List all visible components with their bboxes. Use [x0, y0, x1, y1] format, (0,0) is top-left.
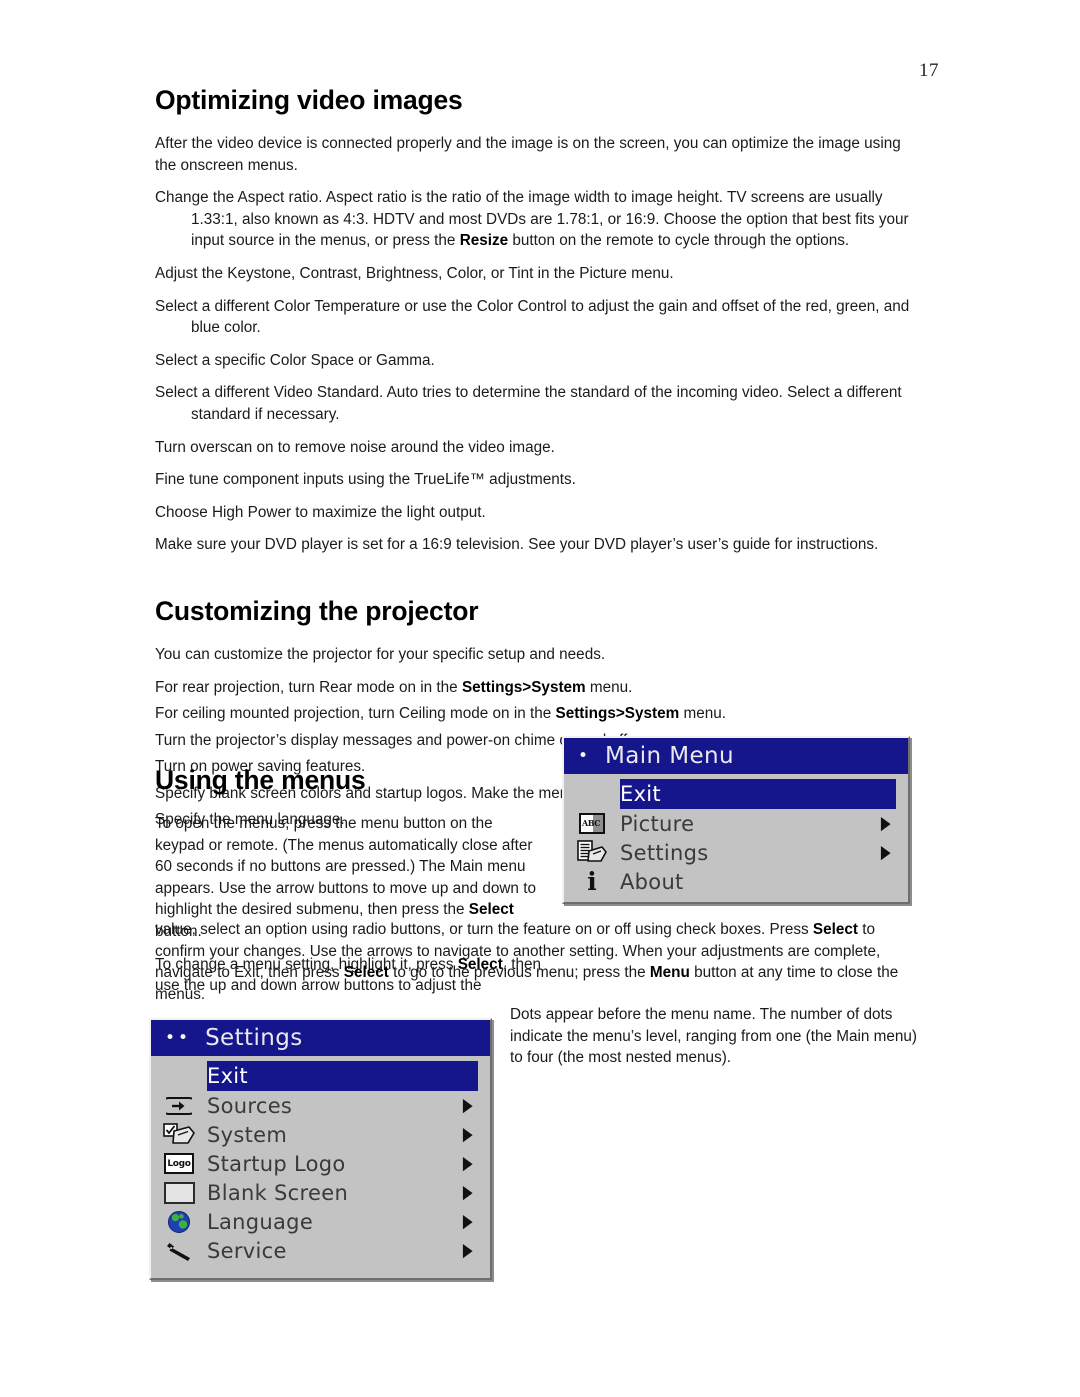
settings-menu-item-sources[interactable]: Sources ▶	[151, 1091, 490, 1120]
video-item-truelife: Fine tune component inputs using the Tru…	[155, 471, 576, 489]
customizing-item-rear: For rear projection, turn Rear mode on i…	[155, 678, 633, 696]
main-menu-item-picture-label: Picture	[620, 811, 695, 836]
main-menu-item-settings-label: Settings	[620, 840, 709, 865]
main-menu-item-picture[interactable]: Picture ▶	[564, 809, 908, 838]
video-item-color-temperature: Select a different Color Temperature or …	[155, 297, 910, 337]
video-item-video-standard: Select a different Video Standard. Auto …	[155, 384, 902, 423]
video-item-aspect-ratio: Change the Aspect ratio. Aspect ratio is…	[155, 189, 909, 250]
checkbox-pages-icon	[151, 1120, 207, 1149]
settings-menu-item-system-label: System	[207, 1122, 288, 1147]
video-item-high-power: Choose High Power to maximize the light …	[155, 503, 486, 521]
settings-menu-item-service[interactable]: Service ▶	[151, 1236, 490, 1265]
settings-menu-item-startup-logo[interactable]: Startup Logo ▶	[151, 1149, 490, 1178]
settings-menu-item-exit[interactable]: Exit	[207, 1061, 478, 1091]
settings-menu-item-exit-label: Exit	[207, 1064, 248, 1088]
chevron-right-icon: ▶	[463, 1238, 473, 1262]
settings-system-term-2: Settings>System	[555, 705, 680, 723]
input-arrow-icon	[151, 1091, 207, 1120]
document-page: 17 Optimizing video images After the vid…	[0, 0, 1080, 1397]
customizing-item-ceiling: For ceiling mounted projection, turn Cei…	[155, 705, 726, 723]
main-menu-item-settings[interactable]: Settings ▶	[564, 838, 908, 867]
abc-icon	[564, 809, 620, 838]
main-menu-osd-screenshot: • Main Menu Exit Picture ▶	[562, 736, 910, 904]
using-menus-paragraph-3: value, select an option using radio butt…	[155, 919, 923, 1005]
para3-part-c: to go to the previous menu; press the	[388, 964, 650, 982]
settings-menu-item-blank-screen[interactable]: Blank Screen ▶	[151, 1178, 490, 1207]
logo-box-icon	[151, 1149, 207, 1178]
main-menu-items: Exit Picture ▶	[564, 774, 908, 902]
settings-system-term-1: Settings>System	[461, 678, 586, 696]
chevron-right-icon: ▶	[463, 1209, 473, 1233]
settings-menu-item-sources-label: Sources	[207, 1093, 293, 1118]
chevron-right-icon: ▶	[881, 811, 891, 835]
info-icon: i	[587, 867, 597, 896]
settings-menu-title-bar: •• Settings	[151, 1020, 490, 1056]
menu-level-dots: •	[578, 745, 592, 766]
wrench-icon	[151, 1236, 207, 1265]
dots-note-text: Dots appear before the menu name. The nu…	[510, 1006, 918, 1067]
video-item-picture-menu: Adjust the Keystone, Contrast, Brightnes…	[155, 264, 674, 282]
blank-rectangle-icon	[151, 1178, 207, 1207]
customizing-heading: Customizing the projector	[155, 595, 479, 626]
settings-menu-item-blank-screen-label: Blank Screen	[207, 1180, 349, 1205]
main-menu-item-about[interactable]: i About	[564, 867, 908, 896]
main-menu-item-exit-label: Exit	[620, 782, 661, 806]
globe-icon	[151, 1207, 207, 1236]
settings-menu-item-language-label: Language	[207, 1209, 314, 1234]
video-item-overscan: Turn overscan on to remove noise around …	[155, 438, 555, 456]
select-term-4: Select	[343, 964, 389, 982]
main-content-column: Optimizing video images After the video …	[155, 85, 923, 836]
resize-term: Resize	[459, 232, 509, 250]
page-number: 17	[919, 60, 939, 81]
select-term-3: Select	[812, 921, 858, 938]
main-menu-title-bar: • Main Menu	[564, 738, 908, 774]
dots-explanation-note: Dots appear before the menu name. The nu…	[510, 1004, 920, 1069]
para3-part-a: value, select an option using radio butt…	[155, 921, 813, 938]
customizing-intro-paragraph: You can customize the projector for your…	[155, 645, 606, 663]
chevron-right-icon: ▶	[463, 1122, 473, 1146]
settings-menu-item-service-label: Service	[207, 1238, 287, 1263]
main-menu-item-exit[interactable]: Exit	[620, 779, 896, 809]
select-term-1: Select	[468, 901, 514, 919]
using-menus-heading: Using the menus	[155, 765, 366, 795]
chevron-right-icon: ▶	[881, 840, 891, 864]
settings-menu-osd-screenshot: •• Settings Exit Sources ▶ System ▶ Logo…	[149, 1018, 492, 1280]
settings-menu-item-language[interactable]: Language ▶	[151, 1207, 490, 1236]
settings-menu-items: Exit Sources ▶ System ▶ Logo Startup Log…	[151, 1056, 490, 1271]
main-menu-title-text: Main Menu	[605, 743, 734, 769]
settings-menu-title-text: Settings	[205, 1025, 303, 1051]
settings-menu-item-startup-logo-label: Startup Logo	[207, 1151, 346, 1176]
video-intro-paragraph: After the video device is connected prop…	[155, 135, 901, 174]
settings-menu-item-system[interactable]: System ▶	[151, 1120, 490, 1149]
chevron-right-icon: ▶	[463, 1151, 473, 1175]
video-item-dvd-player: Make sure your DVD player is set for a 1…	[155, 536, 879, 554]
settings-pages-icon	[564, 838, 620, 867]
chevron-right-icon: ▶	[463, 1093, 473, 1117]
chevron-right-icon: ▶	[463, 1180, 473, 1204]
video-item-color-space: Select a specific Color Space or Gamma.	[155, 351, 435, 369]
menu-level-dots: ••	[165, 1027, 192, 1048]
menu-term: Menu	[649, 964, 690, 982]
using-menus-continuation: value, select an option using radio butt…	[155, 919, 923, 1005]
main-menu-item-about-label: About	[620, 869, 684, 894]
page-title: Optimizing video images	[155, 85, 463, 115]
